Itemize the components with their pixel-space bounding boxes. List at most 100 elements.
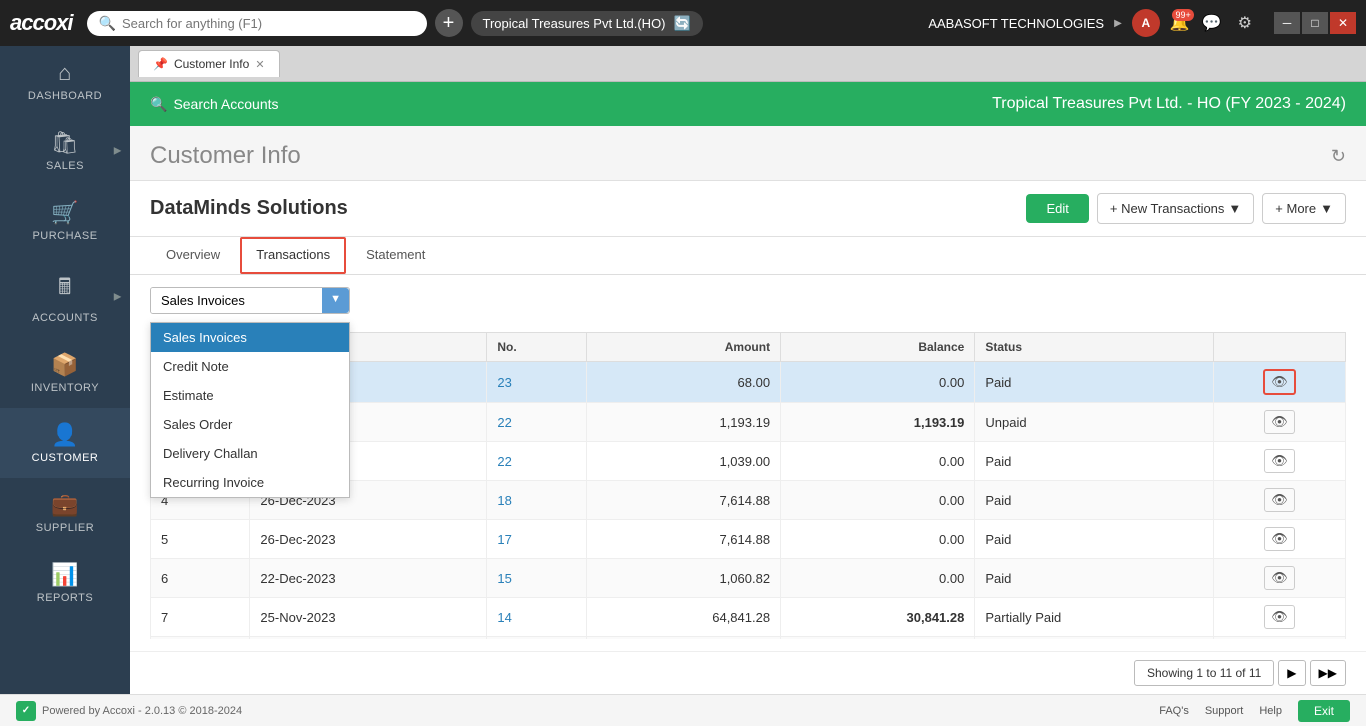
table-row-action[interactable]: 👁	[1214, 362, 1346, 403]
sidebar-item-sales[interactable]: 🛍 SALES ▶	[0, 116, 130, 186]
view-button[interactable]: 👁	[1264, 605, 1295, 629]
view-button[interactable]: 👁	[1264, 566, 1295, 590]
view-button[interactable]: 👁	[1264, 410, 1295, 434]
view-button[interactable]: 👁	[1263, 369, 1296, 395]
table-row-inv: 18	[487, 481, 586, 520]
more-button[interactable]: + More ▼	[1262, 193, 1346, 224]
inventory-icon: 📦	[51, 352, 79, 378]
supplier-icon: 💼	[51, 492, 79, 518]
footer: ✓ Powered by Accoxi - 2.0.13 © 2018-2024…	[0, 694, 1366, 726]
table-row-action[interactable]: 👁	[1214, 598, 1346, 637]
table-row-balance: 30,841.28	[781, 598, 975, 637]
sidebar-item-dashboard[interactable]: ⌂ DASHBOARD	[0, 46, 130, 116]
sidebar-item-reports[interactable]: 📊 REPORTS	[0, 548, 130, 618]
search-accounts-icon: 🔍	[150, 96, 167, 113]
search-accounts-btn[interactable]: 🔍 Search Accounts	[150, 96, 279, 113]
green-header: 🔍 Search Accounts Tropical Treasures Pvt…	[130, 82, 1366, 126]
table-row-action[interactable]: 👁	[1214, 442, 1346, 481]
edit-button[interactable]: Edit	[1026, 194, 1088, 223]
table-row-status: Paid	[975, 481, 1214, 520]
table-row-date: 25-Nov-2023	[250, 598, 487, 637]
footer-support[interactable]: Support	[1205, 705, 1244, 717]
tab-transactions[interactable]: Transactions	[240, 237, 346, 274]
dropdown-option-sales-order[interactable]: Sales Order	[151, 410, 349, 439]
table-row-inv: 11	[487, 637, 586, 640]
sidebar-item-purchase[interactable]: 🛒 PURCHASE	[0, 186, 130, 256]
new-transactions-button[interactable]: + New Transactions ▼	[1097, 193, 1254, 224]
table-row-balance: 1,193.19	[781, 403, 975, 442]
search-bar[interactable]: 🔍	[87, 11, 427, 36]
close-button[interactable]: ✕	[1330, 12, 1356, 34]
dropdown-arrow-icon[interactable]: ▼	[322, 288, 349, 313]
table-row-status: Paid	[975, 362, 1214, 403]
sidebar-item-accounts[interactable]: 🖩 ACCOUNTS ▶	[0, 256, 130, 338]
table-row-amount: 68.00	[586, 362, 780, 403]
table-area: Sales Invoices ▼ Sales Invoices Credit N…	[130, 275, 1366, 651]
settings-icon[interactable]: ⚙	[1234, 9, 1256, 37]
avatar: A	[1132, 9, 1160, 37]
reports-icon: 📊	[51, 562, 79, 588]
minimize-button[interactable]: ─	[1274, 12, 1300, 34]
pagination-info: Showing 1 to 11 of 11	[1134, 660, 1274, 686]
sales-arrow: ▶	[114, 146, 122, 157]
page-refresh-button[interactable]: ↻	[1331, 146, 1346, 167]
dropdown-option-estimate[interactable]: Estimate	[151, 381, 349, 410]
table-row-inv: 14	[487, 598, 586, 637]
dropdown-option-recurring-invoice[interactable]: Recurring Invoice	[151, 468, 349, 497]
pagination-next[interactable]: ▶	[1278, 660, 1305, 686]
pagination-last[interactable]: ▶▶	[1310, 660, 1346, 686]
search-input[interactable]	[122, 16, 415, 31]
table-row-date: 22-Dec-2023	[250, 559, 487, 598]
sidebar: ⌂ DASHBOARD 🛍 SALES ▶ 🛒 PURCHASE 🖩 ACCOU…	[0, 46, 130, 694]
sidebar-label-accounts: ACCOUNTS	[32, 312, 98, 324]
message-icon[interactable]: 💬	[1198, 9, 1226, 37]
col-action	[1214, 333, 1346, 362]
footer-logo: ✓ Powered by Accoxi - 2.0.13 © 2018-2024	[16, 701, 242, 721]
table-row-inv: 15	[487, 559, 586, 598]
table-row-inv: 22	[487, 403, 586, 442]
table-row-action[interactable]: 👁	[1214, 559, 1346, 598]
search-icon: 🔍	[99, 15, 116, 32]
transaction-type-dropdown[interactable]: Sales Invoices ▼ Sales Invoices Credit N…	[150, 287, 1346, 322]
view-button[interactable]: 👁	[1264, 488, 1295, 512]
tab-label: Customer Info	[174, 57, 249, 71]
tab-statement[interactable]: Statement	[350, 237, 441, 274]
dropdown-option-credit-note[interactable]: Credit Note	[151, 352, 349, 381]
table-row-action[interactable]: 👁	[1214, 637, 1346, 640]
table-row-amount: 1,060.82	[586, 559, 780, 598]
view-button[interactable]: 👁	[1264, 449, 1295, 473]
user-name: AABASOFT TECHNOLOGIES	[928, 16, 1104, 31]
dropdown-option-delivery-challan[interactable]: Delivery Challan	[151, 439, 349, 468]
add-button[interactable]: +	[435, 9, 463, 37]
tab-close-icon[interactable]: ✕	[255, 58, 264, 71]
table-row-action[interactable]: 👁	[1214, 520, 1346, 559]
customer-name: DataMinds Solutions	[150, 197, 348, 220]
window-controls: ─ □ ✕	[1274, 12, 1356, 34]
footer-faq[interactable]: FAQ's	[1159, 705, 1189, 717]
sidebar-item-supplier[interactable]: 💼 SUPPLIER	[0, 478, 130, 548]
maximize-button[interactable]: □	[1302, 12, 1328, 34]
sidebar-label-customer: CUSTOMER	[32, 452, 99, 464]
notification-icon[interactable]: 🔔 99+	[1170, 13, 1190, 33]
topbar-right: AABASOFT TECHNOLOGIES ▶ A 🔔 99+ 💬 ⚙ ─ □ …	[928, 9, 1356, 37]
footer-help[interactable]: Help	[1259, 705, 1282, 717]
table-row-no: 6	[151, 559, 250, 598]
dropdown-trigger-wrap[interactable]: Sales Invoices ▼	[150, 287, 350, 314]
dropdown-option-sales-invoices[interactable]: Sales Invoices	[151, 323, 349, 352]
sidebar-item-customer[interactable]: 👤 CUSTOMER	[0, 408, 130, 478]
content-area: 📌 Customer Info ✕ 🔍 Search Accounts Trop…	[130, 46, 1366, 694]
view-button[interactable]: 👁	[1264, 527, 1295, 551]
table-row-action[interactable]: 👁	[1214, 403, 1346, 442]
table-row-amount: 7,614.88	[586, 520, 780, 559]
sidebar-label-inventory: INVENTORY	[31, 382, 99, 394]
exit-button[interactable]: Exit	[1298, 700, 1350, 722]
customer-info-tab[interactable]: 📌 Customer Info ✕	[138, 50, 280, 77]
new-transactions-arrow: ▼	[1228, 201, 1241, 216]
sidebar-item-inventory[interactable]: 📦 INVENTORY	[0, 338, 130, 408]
accounts-icon: 🖩	[58, 270, 72, 308]
table-row-action[interactable]: 👁	[1214, 481, 1346, 520]
company-selector[interactable]: Tropical Treasures Pvt Ltd.(HO) 🔄	[471, 11, 703, 36]
table-row-balance: 0.00	[781, 520, 975, 559]
tab-overview[interactable]: Overview	[150, 237, 236, 274]
table-row-status: Paid	[975, 637, 1214, 640]
